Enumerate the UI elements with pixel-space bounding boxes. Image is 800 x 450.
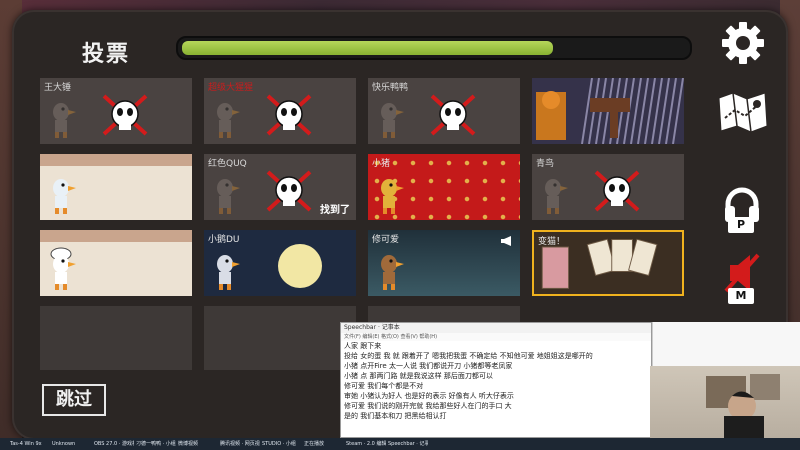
taskbar-item[interactable]: STUDIO · 小组 — [262, 439, 302, 449]
player-card[interactable]: 找到了 红色QUQ — [204, 154, 356, 220]
mute-key-label: M — [728, 288, 754, 304]
empty-slot — [40, 306, 192, 370]
player-name: 王大锤 — [44, 83, 72, 93]
player-card[interactable]: 变猫！ — [532, 230, 684, 296]
taskbar-item[interactable]: 正在播放 — [304, 439, 344, 449]
ghost-death-icon — [264, 92, 314, 138]
chat-line: 人家 跟下来 — [344, 342, 382, 350]
chat-line: 修可爱 我们说的刚开完就 我给那些好人在门的手口 大 — [344, 402, 512, 410]
player-name: 青鸟 — [536, 159, 555, 169]
player-card[interactable] — [532, 78, 684, 144]
player-name: 变猫！ — [538, 237, 566, 247]
taskbar-item[interactable]: Unknown — [52, 439, 92, 449]
player-portrait — [538, 170, 568, 214]
headset-key-label: P — [728, 217, 754, 233]
reported-badge: 找到了 — [320, 205, 350, 216]
webcam-overlay — [650, 366, 800, 438]
ghost-death-icon — [428, 92, 478, 138]
chat-line: 审她 小猪认为好人 也是好的表示 好像有人 听大仔表示 — [344, 392, 514, 400]
player-portrait — [46, 170, 76, 214]
vote-timer-bar — [176, 36, 692, 60]
taskbar-item[interactable]: 微博视频 — [178, 439, 218, 449]
notepad-title: Speechbar · 记事本 — [341, 323, 651, 333]
player-name: 修可爱 — [372, 235, 400, 245]
player-card[interactable]: 超级大猩猩 — [204, 78, 356, 144]
chat-line: 小猪 点开Fire 太一人说 我们都说开刀 小猪都等老凤家 — [344, 362, 513, 370]
taskbar-item[interactable]: Speechbar · 记事 — [388, 439, 428, 449]
streamer-silhouette-icon — [706, 374, 780, 438]
taskbar-item[interactable]: Tas-4 Win 9x — [10, 439, 50, 449]
vote-timer-fill — [182, 41, 553, 55]
taskbar-item[interactable]: OBS 27.0 · 游戏机 — [94, 439, 134, 449]
player-portrait — [46, 94, 76, 138]
player-card[interactable]: 小鹅DU — [204, 230, 356, 296]
body-report-illustration — [532, 78, 684, 144]
ghost-death-icon — [264, 168, 314, 214]
taskbar-item[interactable]: 刁德一鸭鸭 · 小组 — [136, 439, 176, 449]
ghost-death-icon — [592, 168, 642, 214]
chat-line: 修可爱 我们每个都是不对 — [344, 382, 424, 390]
notepad-extension — [652, 322, 800, 366]
player-portrait — [210, 246, 240, 290]
map-icon[interactable] — [715, 90, 771, 134]
player-name: 红色QUQ — [208, 159, 247, 169]
player-card[interactable]: 刁德一 · 蒸对鞋 — [40, 230, 192, 296]
skip-vote-button[interactable]: 跳过 — [42, 384, 106, 416]
taskbar-item[interactable]: Steam · 2.0 编辑器 — [346, 439, 386, 449]
player-name: 小猪 — [372, 159, 391, 169]
ghost-death-icon — [100, 92, 150, 138]
chat-line: 小猪 点 那两门路 就是我说这样 那后面刀都可以 — [344, 372, 493, 380]
chat-line: 是的 我们基本和刀 把黑给相认打 — [344, 412, 447, 420]
player-portrait — [210, 170, 240, 214]
speech-notepad-window: Speechbar · 记事本 文件(F) 编辑(E) 格式(O) 查看(V) … — [340, 322, 652, 438]
player-name: 超级大猩猩 — [208, 83, 254, 93]
player-portrait — [374, 170, 404, 214]
player-name: 刁德一 · 蒸对鞋 — [44, 234, 107, 244]
player-name: 小鹅DU — [208, 235, 240, 245]
page-title: 投票 — [82, 42, 131, 67]
settings-gear-icon[interactable] — [720, 20, 766, 66]
player-card[interactable]: 快乐鸭鸭 — [368, 78, 520, 144]
player-card[interactable]: 嗯嗯 — [40, 154, 192, 220]
player-portrait — [374, 94, 404, 138]
player-name: 嗯嗯 — [44, 158, 63, 168]
player-portrait — [374, 246, 404, 290]
player-portrait — [210, 94, 240, 138]
taskbar-item[interactable]: 腾讯视频 · 网页视频 — [220, 439, 260, 449]
player-card[interactable]: 王大锤 — [40, 78, 192, 144]
player-portrait — [46, 246, 76, 290]
player-name: 快乐鸭鸭 — [372, 83, 409, 93]
player-card[interactable]: 青鸟 — [532, 154, 684, 220]
chat-line: 投给 女的蛋 我 就 跟着开了 嗯我把我蛋 不确定给 不知他可爱 地姐姐这是哪开… — [344, 352, 593, 360]
taskbar: Tas-4 Win 9x Unknown OBS 27.0 · 游戏机 刁德一鸭鸭 ·… — [0, 438, 800, 450]
empty-slot — [204, 306, 356, 370]
player-card[interactable]: 修可爱 — [368, 230, 520, 296]
megaphone-icon — [500, 232, 514, 246]
player-card[interactable]: 小猪 — [368, 154, 520, 220]
notepad-menu[interactable]: 文件(F) 编辑(E) 格式(O) 查看(V) 帮助(H) — [341, 333, 651, 341]
